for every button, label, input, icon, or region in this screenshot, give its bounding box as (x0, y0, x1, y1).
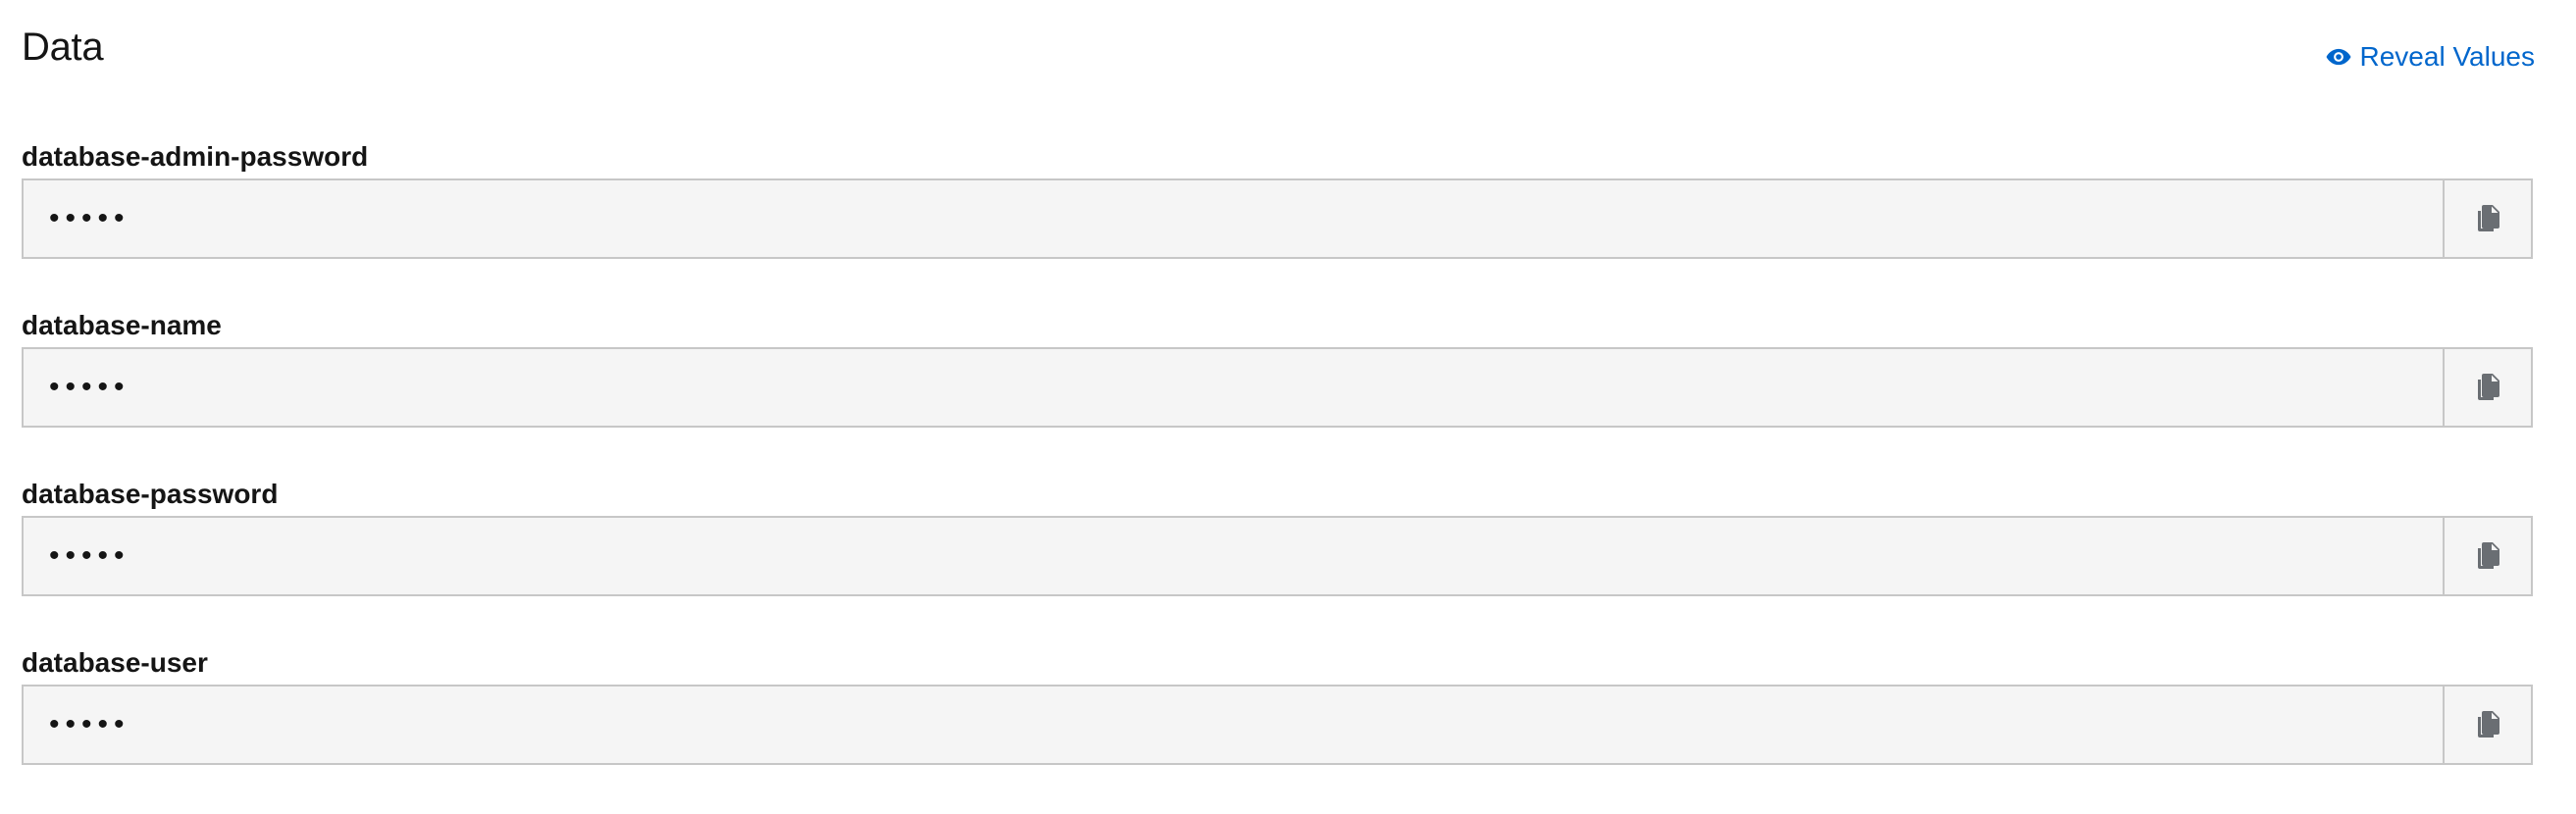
secret-field-database-user: database-user ••••• (22, 645, 2533, 814)
secret-field-database-name: database-name ••••• (22, 308, 2533, 477)
field-label: database-admin-password (22, 141, 369, 172)
copy-button[interactable] (2443, 349, 2531, 426)
eye-icon (2325, 43, 2352, 71)
masked-value[interactable]: ••••• (24, 349, 2443, 426)
copy-button[interactable] (2443, 687, 2531, 763)
field-input-group: ••••• (22, 516, 2533, 596)
masked-value[interactable]: ••••• (24, 518, 2443, 594)
field-label: database-name (22, 310, 222, 340)
secret-field-database-password: database-password ••••• (22, 477, 2533, 645)
copy-icon (2475, 710, 2500, 739)
copy-icon (2475, 541, 2500, 571)
section-title: Data (22, 25, 104, 69)
field-label: database-password (22, 479, 279, 509)
field-label: database-user (22, 647, 208, 678)
copy-icon (2475, 373, 2500, 402)
field-input-group: ••••• (22, 685, 2533, 765)
copy-icon (2475, 204, 2500, 233)
secret-data-list: database-admin-password ••••• database-n… (22, 139, 2533, 814)
field-input-group: ••••• (22, 178, 2533, 259)
copy-button[interactable] (2443, 518, 2531, 594)
reveal-values-button[interactable]: Reveal Values (2325, 43, 2535, 71)
masked-value[interactable]: ••••• (24, 687, 2443, 763)
field-input-group: ••••• (22, 347, 2533, 428)
reveal-values-label: Reveal Values (2359, 41, 2535, 72)
secret-field-database-admin-password: database-admin-password ••••• (22, 139, 2533, 308)
masked-value[interactable]: ••••• (24, 180, 2443, 257)
copy-button[interactable] (2443, 180, 2531, 257)
